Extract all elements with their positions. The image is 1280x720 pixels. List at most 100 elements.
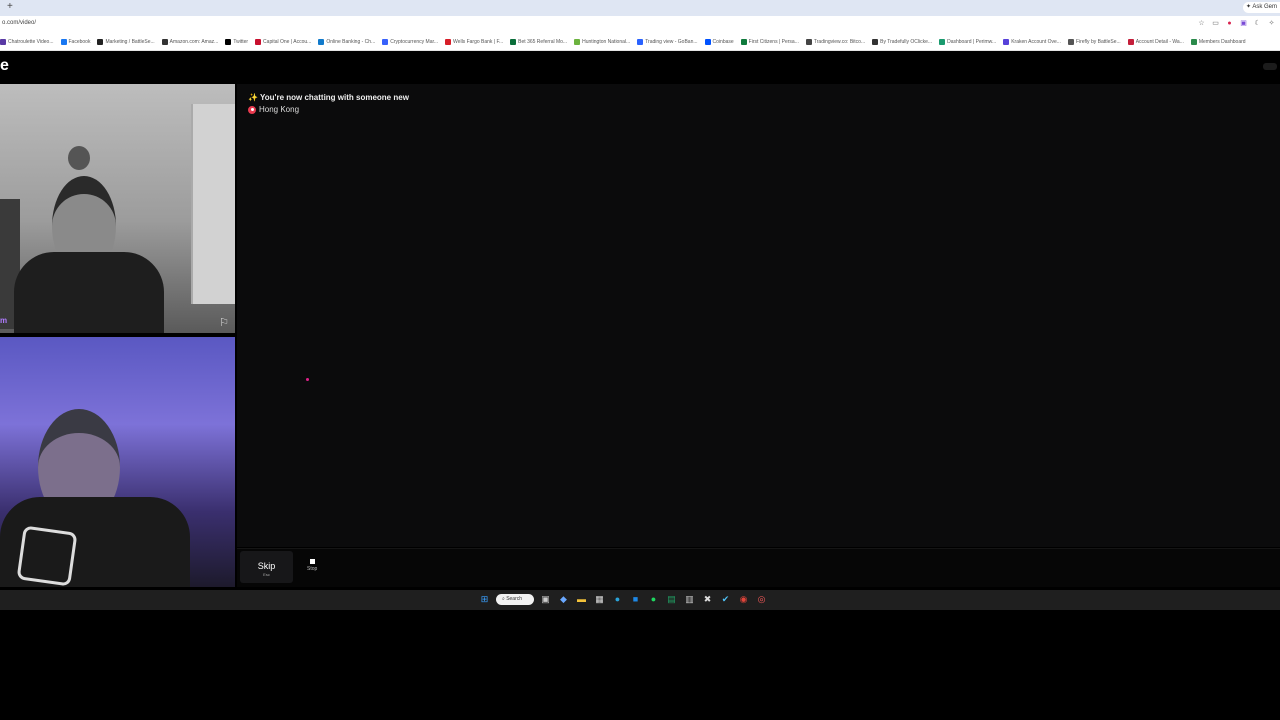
address-bar[interactable]: o.com/video/ ☆ ▭ ● ▣ ☾ ✧: [0, 16, 1280, 34]
task-view-icon[interactable]: ▣: [539, 593, 552, 606]
report-flag-icon[interactable]: ⚐: [219, 316, 229, 329]
location-label: Hong Kong: [259, 105, 300, 114]
bookmark-item[interactable]: First Citizens | Persa...: [740, 39, 799, 45]
bookmark-item[interactable]: Dashboard | Perimw...: [939, 39, 996, 45]
bookmark-label: By Tradefully OClicke...: [880, 39, 933, 45]
extension-icon[interactable]: ▭: [1211, 19, 1220, 28]
stranger-body: [14, 252, 164, 333]
bookmark-label: Firefly by BattleSe...: [1075, 39, 1121, 45]
bookmark-item[interactable]: Wells Fargo Bank | F...: [445, 39, 503, 45]
obs-icon[interactable]: ◎: [755, 593, 768, 606]
moon-icon[interactable]: ☾: [1253, 19, 1262, 28]
star-icon[interactable]: ☆: [1197, 19, 1206, 28]
bookmark-favicon-icon: [225, 39, 232, 45]
stranger-location: Hong Kong: [248, 105, 299, 114]
store-icon[interactable]: ▦: [593, 593, 606, 606]
new-tab-button[interactable]: +: [7, 1, 13, 12]
bookmark-favicon-icon: [574, 39, 581, 45]
bookmark-item[interactable]: Members Dashboard: [1190, 39, 1246, 45]
bookmark-label: First Citizens | Persa...: [748, 39, 799, 45]
self-video: [0, 337, 235, 587]
windows-taskbar: ⊞ ⌕ Search ▣ ◆ ▬ ▦ ● ■ ● ▤ ▥ ✖ ✔ ◉ ◎: [0, 590, 1280, 610]
bookmark-item[interactable]: Amazon.com: Amaz...: [161, 39, 219, 45]
bookmark-favicon-icon: [740, 39, 747, 45]
bookmark-favicon-icon: [1190, 39, 1197, 45]
skip-button[interactable]: Skip Esc: [240, 551, 293, 583]
bookmark-label: Trading view - GoBan...: [645, 39, 698, 45]
bookmark-item[interactable]: Firefly by BattleSe...: [1067, 39, 1121, 45]
bookmark-item[interactable]: Huntington National...: [574, 39, 630, 45]
site-logo[interactable]: e: [0, 57, 9, 75]
bookmark-favicon-icon: [1003, 39, 1010, 45]
bookmark-label: Amazon.com: Amaz...: [169, 39, 219, 45]
stop-button[interactable]: Stop: [307, 559, 317, 572]
bookmark-item[interactable]: Capital One | Accou...: [255, 39, 311, 45]
chrome-icon[interactable]: ◉: [737, 593, 750, 606]
bookmark-favicon-icon: [161, 39, 168, 45]
bookmark-item[interactable]: Trading view - GoBan...: [637, 39, 698, 45]
calculator-icon[interactable]: ▥: [683, 593, 696, 606]
file-explorer-icon[interactable]: ▬: [575, 593, 588, 606]
bookmark-item[interactable]: Cryptocurrency Mar...: [382, 39, 438, 45]
bookmark-label: Online Banking - Ch...: [326, 39, 376, 45]
bookmark-label: Facebook: [68, 39, 91, 45]
stop-icon: [309, 559, 315, 564]
stranger-video: m ⚐: [0, 84, 235, 333]
screenshot-icon[interactable]: ▣: [1239, 19, 1248, 28]
bookmark-item[interactable]: Kraken Account Ove...: [1003, 39, 1061, 45]
browser-tab-strip: + ✦ Ask Gem: [0, 0, 1280, 16]
bookmark-label: Wells Fargo Bank | F...: [453, 39, 504, 45]
bookmark-label: Tradingview.co: Bitco...: [813, 39, 866, 45]
bookmark-favicon-icon: [255, 39, 262, 45]
bookmark-favicon-icon: [97, 39, 104, 45]
windows-start-icon[interactable]: ⊞: [478, 593, 491, 606]
bookmark-item[interactable]: Online Banking - Ch...: [318, 39, 375, 45]
bookmark-item[interactable]: Account Detail - Wa...: [1127, 39, 1184, 45]
skip-label: Skip: [257, 561, 276, 571]
bookmark-item[interactable]: By Tradefully OClicke...: [872, 39, 932, 45]
bookmark-item[interactable]: Chatroulette Video...: [0, 39, 54, 45]
bookmark-label: Huntington National...: [582, 39, 631, 45]
checkmark-app-icon[interactable]: ✔: [719, 593, 732, 606]
sheets-icon[interactable]: ▤: [665, 593, 678, 606]
tools-icon[interactable]: ✖: [701, 593, 714, 606]
taskbar-search-box[interactable]: ⌕ Search: [496, 594, 534, 605]
bookmark-label: Cryptocurrency Mar...: [390, 39, 439, 45]
system-message: ✨ You're now chatting with someone new: [248, 93, 409, 102]
bookmark-label: Dashboard | Perimw...: [947, 39, 997, 45]
background-door: [191, 104, 235, 304]
bookmark-label: Chatroulette Video...: [8, 39, 54, 45]
chat-panel: ✨ You're now chatting with someone new H…: [237, 84, 1280, 547]
bookmark-label: Account Detail - Wa...: [1135, 39, 1184, 45]
bookmark-item[interactable]: Marketing / BattleSe...: [97, 39, 155, 45]
ask-gemini-button[interactable]: ✦ Ask Gem: [1242, 2, 1280, 13]
url-text[interactable]: o.com/video/: [2, 20, 36, 26]
skip-shortcut: Esc: [263, 572, 270, 577]
bookmark-favicon-icon: [510, 39, 517, 45]
bookmark-favicon-icon: [939, 39, 946, 45]
bookmark-favicon-icon: [445, 39, 452, 45]
bookmark-favicon-icon: [704, 39, 711, 45]
bookmark-item[interactable]: Bet 365 Referral Mo...: [510, 39, 567, 45]
bookmark-item[interactable]: Facebook: [60, 39, 91, 45]
bookmark-item[interactable]: Tradingview.co: Bitco...: [805, 39, 866, 45]
hong-kong-flag-icon: [248, 105, 256, 114]
user-label: m: [0, 316, 8, 325]
app-icon[interactable]: ■: [629, 593, 642, 606]
bookmark-favicon-icon: [60, 39, 67, 45]
bookmark-favicon-icon: [637, 39, 644, 45]
edge-icon[interactable]: ●: [611, 593, 624, 606]
bookmark-item[interactable]: Coinbase: [704, 39, 734, 45]
spotify-icon[interactable]: ●: [647, 593, 660, 606]
record-icon[interactable]: ●: [1225, 19, 1234, 28]
bookmark-favicon-icon: [805, 39, 812, 45]
bookmark-label: Marketing / BattleSe...: [105, 39, 155, 45]
menu-button[interactable]: [1263, 63, 1277, 70]
widget-app-icon[interactable]: ◆: [557, 593, 570, 606]
bookmark-favicon-icon: [1067, 39, 1074, 45]
bookmark-label: Kraken Account Ove...: [1011, 39, 1061, 45]
bookmark-item[interactable]: Twitter: [225, 39, 248, 45]
bookmark-favicon-icon: [0, 39, 6, 45]
bookmark-label: Members Dashboard: [1198, 39, 1246, 45]
puzzle-icon[interactable]: ✧: [1267, 19, 1276, 28]
